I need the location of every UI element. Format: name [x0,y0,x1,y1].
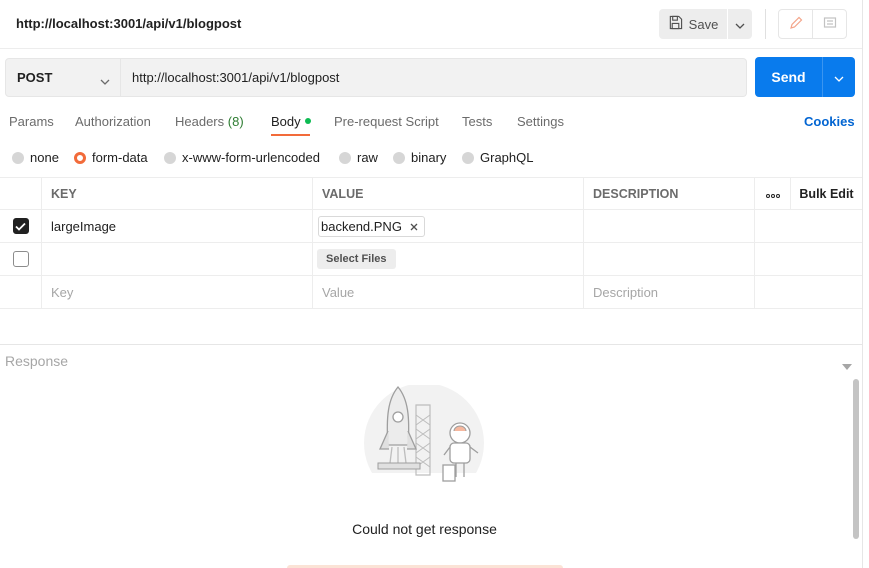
row-value-cell[interactable]: backend.PNG [313,210,584,242]
value-placeholder-input[interactable]: Value [313,276,584,308]
headers-count: (8) [227,114,244,129]
body-status-dot [304,118,311,124]
remove-file-icon[interactable] [410,219,418,234]
chevron-down-icon [100,73,110,88]
file-name: backend.PNG [321,218,402,234]
tab-pre-request-script[interactable]: Pre-request Script [334,114,439,129]
tab-headers[interactable]: Headers (8) [175,114,244,129]
tab-body[interactable]: Body [271,114,311,129]
save-group: Save [659,9,752,39]
column-header-key: KEY [42,178,313,209]
file-chip: backend.PNG [318,215,425,237]
checkmark-icon [15,219,26,234]
radio-label: x-www-form-urlencoded [182,150,320,165]
send-button-group: Send [755,57,855,97]
bulk-edit-button[interactable]: Bulk Edit [791,178,862,209]
radio-raw[interactable]: raw [339,150,378,165]
select-files-button[interactable]: Select Files [317,249,396,269]
tab-body-label: Body [271,114,301,129]
radio-none[interactable]: none [12,150,59,165]
send-options-button[interactable] [822,57,855,97]
tab-settings[interactable]: Settings [517,114,564,129]
save-icon [668,15,683,33]
radio-circle-selected [74,151,86,164]
radio-form-data[interactable]: form-data [74,150,148,165]
save-button[interactable]: Save [659,9,727,39]
comment-icon [823,16,837,33]
radio-label: none [30,150,59,165]
radio-x-www-form-urlencoded[interactable]: x-www-form-urlencoded [164,150,320,165]
pencil-icon [789,16,803,33]
tab-headers-label: Headers [175,114,225,129]
response-scrollbar[interactable] [853,379,859,539]
radio-label: GraphQL [480,150,534,165]
row-key-cell[interactable] [42,243,313,275]
row-value-cell: Select Files [313,243,584,275]
radio-label: form-data [92,150,148,165]
row-key-cell[interactable]: largeImage [42,210,313,242]
more-horizontal-icon [765,187,780,201]
method-value: POST [17,70,53,85]
row-checkbox[interactable] [12,251,29,267]
table-row: largeImage backend.PNG [0,210,862,243]
description-placeholder-input[interactable]: Description [584,276,755,308]
row-description-cell[interactable] [584,210,755,242]
table-row-new: Key Value Description [0,276,862,309]
request-header: http://localhost:3001/api/v1/blogpost Sa… [0,0,862,49]
row-description-cell[interactable] [584,243,755,275]
radio-circle [393,151,405,164]
view-toggle-group [778,9,847,39]
tab-params[interactable]: Params [9,114,54,129]
column-header-value: VALUE [313,178,584,209]
cookies-link[interactable]: Cookies [804,114,855,129]
active-tab-indicator [271,134,310,136]
response-title: Response [5,353,69,369]
tab-authorization[interactable]: Authorization [75,114,151,129]
url-input[interactable] [121,58,747,97]
chevron-down-icon [735,17,745,32]
caret-down-icon[interactable] [842,358,852,373]
table-header-row: KEY VALUE DESCRIPTION Bulk Edit [0,177,862,210]
column-header-description: DESCRIPTION [584,178,755,209]
radio-label: raw [357,150,378,165]
radio-circle [164,151,176,164]
window-edge [862,0,863,568]
comments-button[interactable] [812,10,846,38]
tab-tests[interactable]: Tests [462,114,492,129]
radio-graphql[interactable]: GraphQL [462,150,533,165]
form-data-table: KEY VALUE DESCRIPTION Bulk Edit largeIma… [0,177,862,309]
header-checkbox-cell [0,178,42,209]
header-divider [765,9,766,39]
rocket-astronaut-illustration [360,383,488,503]
row-checkbox[interactable] [12,218,29,234]
send-button[interactable]: Send [755,57,822,97]
key-placeholder-input[interactable]: Key [42,276,313,308]
radio-circle [12,151,24,164]
request-title[interactable]: http://localhost:3001/api/v1/blogpost [16,16,241,31]
radio-binary[interactable]: binary [393,150,446,165]
table-row: Select Files [0,243,862,276]
row-checkbox-cell [0,210,42,242]
postman-request-window: http://localhost:3001/api/v1/blogpost Sa… [0,0,869,568]
radio-circle [339,151,351,164]
radio-label: binary [411,150,447,165]
save-options-button[interactable] [728,9,752,39]
no-response-message: Could not get response [352,521,497,537]
row-checkbox-cell [0,243,42,275]
save-label: Save [688,16,719,32]
row-checkbox-cell [0,276,42,308]
method-select[interactable]: POST [5,58,121,97]
chevron-down-icon [834,70,844,85]
response-divider[interactable] [0,344,862,345]
edit-mode-button[interactable] [779,10,812,38]
more-options-button[interactable] [755,178,791,209]
radio-circle [462,151,474,164]
